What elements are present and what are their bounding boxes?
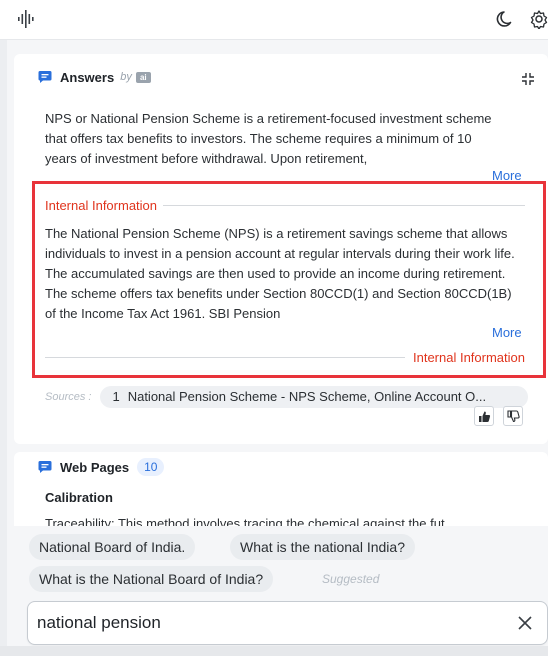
thumbs-down-icon — [507, 410, 520, 423]
answer-text: NPS or National Pension Scheme is a reti… — [45, 111, 492, 166]
search-box — [27, 601, 548, 645]
sources-label: Sources : — [45, 391, 92, 403]
bottom-edge — [0, 646, 548, 656]
chat-bubble-icon — [38, 70, 52, 84]
thumbs-up-button[interactable] — [474, 406, 494, 426]
answers-header: Answers by ai — [38, 68, 151, 86]
divider — [163, 205, 525, 206]
chat-bubble-icon — [38, 460, 52, 474]
ai-badge: ai — [135, 71, 151, 83]
suggestions-area: National Board of India. What is the nat… — [14, 526, 548, 598]
internal-label-bottom: Internal Information — [412, 350, 525, 365]
source-number: 1 — [112, 389, 120, 404]
sources-row: Sources : 1 National Pension Scheme - NPS… — [45, 386, 529, 408]
thumbs-down-button[interactable] — [503, 406, 523, 426]
close-icon[interactable] — [518, 616, 532, 635]
internal-information-box: Internal Information The National Pensio… — [32, 181, 546, 378]
collapse-icon[interactable] — [521, 72, 535, 91]
suggested-label: Suggested — [322, 572, 380, 586]
answers-title: Answers — [60, 69, 115, 85]
left-edge — [0, 40, 7, 656]
suggestion-chip[interactable]: What is the national India? — [230, 534, 415, 560]
thumbs-up-icon — [479, 411, 491, 422]
internal-footer: Internal Information — [45, 350, 525, 365]
moon-icon[interactable] — [496, 9, 516, 34]
web-pages-title: Web Pages — [60, 459, 130, 475]
gear-icon[interactable] — [530, 9, 548, 34]
search-input[interactable] — [37, 602, 507, 644]
answers-by-label: by — [120, 71, 132, 83]
internal-header: Internal Information — [45, 198, 525, 213]
audio-wave-icon[interactable] — [18, 10, 34, 33]
internal-label-top: Internal Information — [45, 198, 158, 213]
web-pages-count-badge: 10 — [137, 458, 165, 476]
internal-text: The National Pension Scheme (NPS) is a r… — [45, 226, 515, 321]
divider — [45, 357, 405, 358]
web-pages-header: Web Pages 10 — [38, 458, 165, 476]
suggestion-chip[interactable]: What is the National Board of India? — [29, 566, 274, 592]
source-chip[interactable]: 1 National Pension Scheme - NPS Scheme, O… — [100, 386, 529, 408]
top-toolbar — [0, 0, 548, 40]
web-result-title[interactable]: Calibration — [45, 490, 113, 505]
internal-more-link[interactable]: More — [492, 325, 522, 340]
source-title: National Pension Scheme - NPS Scheme, On… — [127, 389, 487, 404]
suggestion-chip[interactable]: National Board of India. — [29, 534, 196, 560]
